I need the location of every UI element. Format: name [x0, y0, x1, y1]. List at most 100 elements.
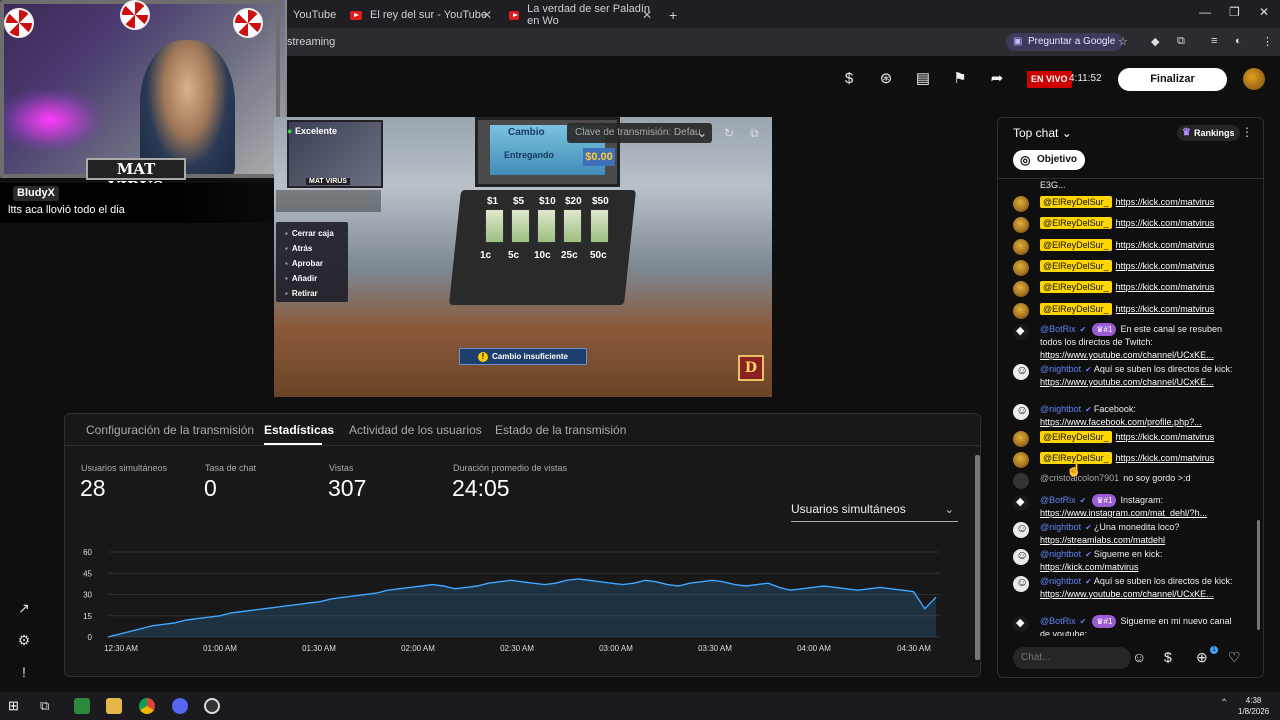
bookmark-icon[interactable]: ⚑ — [951, 70, 969, 88]
message-link[interactable]: https://kick.com/matvirus — [1116, 197, 1215, 207]
chat-message-list[interactable]: E3G... @ElReyDelSur_ https://kick.com/mat… — [998, 179, 1256, 636]
calculator-icon[interactable] — [74, 698, 90, 714]
new-tab-button[interactable]: + — [663, 2, 683, 28]
owner-author[interactable]: @ElReyDelSur_ — [1040, 430, 1112, 443]
tab-youtube[interactable]: YouTube — [287, 2, 342, 28]
end-stream-button[interactable]: Finalizar transmisión — [1118, 68, 1227, 108]
obs-icon[interactable] — [204, 698, 220, 714]
account-avatar[interactable] — [1243, 68, 1265, 90]
message-author[interactable]: @nightbot — [1040, 364, 1081, 374]
message-link[interactable]: https://kick.com/matvirus — [1116, 304, 1215, 314]
extension-icon[interactable]: ◆ — [1151, 35, 1159, 48]
super-chat-icon[interactable]: ⊛ — [877, 70, 895, 88]
close-window-icon[interactable]: ✕ — [1259, 5, 1269, 19]
owner-author[interactable]: @ElReyDelSur_ — [1040, 196, 1112, 208]
message-link[interactable]: https://kick.com/matvirus — [1116, 218, 1215, 228]
system-clock[interactable]: 4:38 1/8/2026 — [1238, 695, 1269, 717]
close-tab-icon[interactable]: ✕ — [482, 8, 492, 22]
rankings-button[interactable]: Rankings — [1177, 125, 1240, 141]
avatar[interactable] — [1013, 548, 1029, 565]
ask-google-button[interactable]: Preguntar a Google — [1006, 33, 1124, 51]
super-chat-icon[interactable]: $ — [1164, 649, 1172, 665]
file-explorer-icon[interactable] — [106, 698, 122, 714]
avatar[interactable] — [1013, 494, 1029, 511]
tab-statistics[interactable]: Estadísticas — [264, 423, 334, 437]
heart-icon[interactable]: ♡ — [1228, 649, 1241, 666]
panel-scrollbar-thumb[interactable] — [975, 455, 980, 660]
media-icon[interactable]: ≡ — [1211, 35, 1217, 47]
avatar[interactable] — [1013, 259, 1029, 276]
avatar[interactable] — [1013, 430, 1029, 447]
refresh-icon[interactable]: ↻ — [724, 126, 734, 140]
emoji-icon[interactable]: ☺ — [1132, 649, 1146, 665]
avatar[interactable] — [1013, 302, 1029, 319]
chat-input[interactable] — [1013, 647, 1131, 669]
owner-author[interactable]: @ElReyDelSur_ — [1040, 302, 1112, 315]
restore-icon[interactable]: ❐ — [1229, 5, 1240, 19]
chat-menu-kebab-icon[interactable]: ⋮ — [1241, 125, 1253, 139]
feedback-icon[interactable]: ! — [16, 664, 32, 680]
tab-user-activity[interactable]: Actividad de los usuarios — [349, 423, 482, 437]
avatar[interactable] — [1013, 452, 1029, 469]
chrome-icon[interactable] — [139, 698, 155, 714]
chevron-down-icon[interactable]: ⌄ — [697, 126, 707, 140]
message-link[interactable]: https://www.facebook.com/profile.php?... — [1040, 417, 1202, 427]
message-link[interactable]: https://kick.com/matvirus — [1116, 453, 1215, 463]
avatar[interactable] — [1013, 323, 1029, 340]
avatar[interactable] — [1013, 217, 1029, 234]
message-author[interactable]: @BotRix — [1040, 495, 1076, 505]
tray-chevron-icon[interactable]: ⌃ — [1220, 698, 1228, 709]
message-link[interactable]: https://kick.com/matvirus — [1116, 282, 1215, 292]
clapperboard-icon[interactable]: ▤ — [914, 70, 932, 88]
add-icon[interactable]: ⊕ — [1196, 649, 1208, 666]
avatar[interactable] — [1013, 575, 1029, 592]
settings-gear-icon[interactable]: ⚙ — [16, 632, 32, 648]
message-link[interactable]: https://www.youtube.com/channel/UCxKE... — [1040, 350, 1214, 360]
message-link[interactable]: https://www.youtube.com/channel/UCxKE... — [1040, 377, 1214, 387]
objetivo-button[interactable]: Objetivo — [1013, 150, 1086, 170]
owner-author[interactable]: @ElReyDelSur_ — [1040, 259, 1112, 272]
tab-stream-settings[interactable]: Configuración de la transmisión — [86, 423, 254, 437]
avatar[interactable] — [1013, 615, 1029, 632]
bookmark-star-icon[interactable]: ☆ — [1118, 35, 1128, 48]
owner-author[interactable]: @ElReyDelSur_ — [1040, 217, 1112, 230]
avatar[interactable] — [1013, 403, 1029, 420]
message-link[interactable]: https://kick.com/matvirus — [1116, 432, 1215, 442]
share-icon[interactable]: ➦ — [988, 70, 1006, 88]
copy-icon[interactable]: ⧉ — [750, 126, 759, 141]
avatar[interactable] — [1013, 238, 1029, 255]
message-link[interactable]: https://kick.com/matvirus — [1040, 562, 1139, 572]
message-author[interactable]: @BotRix — [1040, 616, 1076, 626]
message-author[interactable]: @nightbot — [1040, 576, 1081, 586]
chat-mode-dropdown[interactable]: Top chat ⌄ — [1013, 126, 1072, 140]
message-author[interactable]: @nightbot — [1040, 404, 1081, 414]
stream-key-select[interactable]: Clave de transmisión: Defau — [567, 123, 712, 143]
message-link[interactable]: https://streamlabs.com/matdehl — [1040, 535, 1165, 545]
discord-icon[interactable] — [172, 698, 188, 714]
puzzle-icon[interactable]: ⧉ — [1177, 35, 1185, 48]
message-author[interactable]: @nightbot — [1040, 549, 1081, 559]
chat-scrollbar[interactable] — [1257, 520, 1260, 630]
menu-kebab-icon[interactable]: ⋮ — [1262, 35, 1273, 48]
message-link[interactable]: https://kick.com/matvirus — [1116, 261, 1215, 271]
avatar[interactable] — [1013, 521, 1029, 538]
tab-stream-health[interactable]: Estado de la transmisión — [495, 423, 626, 437]
metric-dropdown[interactable]: Usuarios simultáneos ⌄ — [791, 502, 958, 522]
message-author[interactable]: @BotRix — [1040, 324, 1076, 334]
tab-el-rey-del-sur[interactable]: El rey del sur - YouTube ✕ — [344, 2, 500, 28]
message-link[interactable]: https://www.youtube.com/channel/UCxKE... — [1040, 589, 1214, 599]
windows-start-icon[interactable]: ⊞ — [8, 698, 24, 714]
avatar[interactable] — [1013, 473, 1029, 490]
message-link[interactable]: https://www.instagram.com/mat_dehl/?h... — [1040, 508, 1207, 518]
expand-arrow-icon[interactable]: ↗ — [16, 600, 32, 616]
avatar[interactable] — [1013, 281, 1029, 298]
tab-paladin[interactable]: La verdad de ser Paladín en Wo ✕ — [503, 2, 660, 28]
close-tab-icon[interactable]: ✕ — [642, 8, 652, 22]
profile-icon[interactable]: ◐ — [1235, 35, 1242, 47]
owner-author[interactable]: @ElReyDelSur_ — [1040, 281, 1112, 294]
message-author[interactable]: @nightbot — [1040, 522, 1081, 532]
task-view-icon[interactable]: ⧉ — [40, 698, 56, 714]
message-link[interactable]: https://kick.com/matvirus — [1116, 240, 1215, 250]
monetization-icon[interactable]: $ — [840, 70, 858, 88]
minimize-icon[interactable]: — — [1199, 5, 1211, 19]
